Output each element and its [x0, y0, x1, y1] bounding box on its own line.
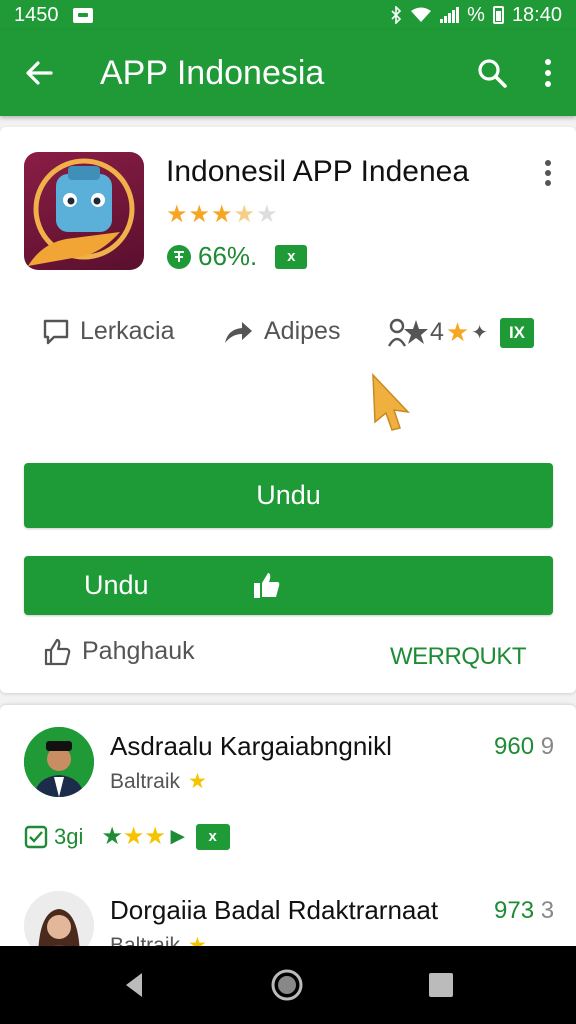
- reviewer-avatar-icon: [24, 727, 94, 797]
- review-stars: ★★★►: [101, 823, 190, 850]
- install-button-label: Undu: [256, 480, 321, 510]
- more-link[interactable]: WERRQUKT: [390, 643, 527, 671]
- more-options-button[interactable]: [520, 58, 576, 88]
- avatar[interactable]: [24, 727, 94, 797]
- search-icon: [478, 59, 507, 88]
- back-arrow-icon: [26, 61, 53, 85]
- thumbs-up-icon: [254, 573, 280, 598]
- reviews-card: Asdraalu Kargaiabngnikl 960 9 Baltraik ★…: [0, 705, 576, 955]
- app-bar-title: APP Indonesia: [100, 53, 325, 92]
- app-detail-card: Indonesil APP Indenea ★★★★★ 66%. x Lerka…: [0, 127, 576, 693]
- more-vert-icon[interactable]: [540, 159, 556, 187]
- bluetooth-icon: [391, 6, 402, 24]
- feedback-button[interactable]: Pahghauk: [44, 637, 195, 666]
- review-score: 960 9: [494, 733, 555, 760]
- review-score: 973 3: [494, 897, 555, 924]
- rating-people-icon: [388, 318, 428, 347]
- signal-icon: [440, 7, 460, 23]
- app-title: Indonesil APP Indenea: [166, 155, 470, 188]
- star-icon: ★: [188, 770, 207, 793]
- reviewer-name: Asdraalu Kargaiabngnikl: [110, 731, 392, 761]
- thumbs-up-outline-icon: [44, 638, 71, 665]
- action-rating-label: 4: [430, 318, 444, 346]
- search-button[interactable]: [464, 57, 520, 89]
- wifi-icon: [411, 7, 432, 22]
- review-badge: x: [195, 823, 230, 850]
- status-bar: 1450 % 18:40: [0, 0, 576, 30]
- action-rating[interactable]: 4 ★ ✦ IX: [388, 317, 534, 348]
- actions-row: Lerkacia Adipes 4 ★ ✦ IX: [0, 317, 576, 357]
- back-button[interactable]: [0, 58, 78, 88]
- comment-icon: [43, 319, 69, 344]
- checkbox-icon: [24, 825, 48, 848]
- review-sub: Baltraik ★: [110, 769, 207, 794]
- status-time-right: 18:40: [511, 3, 562, 26]
- rating-stars: ★★★★★: [166, 201, 279, 228]
- action-badge: IX: [499, 317, 534, 348]
- app-icon[interactable]: [24, 152, 144, 270]
- star-icon: ★: [445, 317, 470, 347]
- robot-logo-icon: [28, 158, 135, 266]
- feedback-row: Pahghauk WERRQUKT: [0, 637, 576, 677]
- more-vert-icon: [545, 59, 551, 87]
- half-star-icon: ✦: [471, 322, 488, 344]
- like-button[interactable]: Undu: [24, 556, 553, 615]
- nav-recents-icon[interactable]: [428, 972, 454, 998]
- app-bar: APP Indonesia: [0, 30, 576, 116]
- battery-icon: [492, 6, 504, 24]
- rating-percent-row: 66%. x: [166, 241, 308, 272]
- action-comment-label: Lerkacia: [80, 317, 175, 345]
- system-nav-bar: [0, 946, 576, 1024]
- shield-icon: [167, 244, 191, 269]
- action-share[interactable]: Adipes: [222, 317, 340, 346]
- nav-home-icon[interactable]: [270, 968, 304, 1002]
- review-meta: 3gi ★★★► x: [24, 822, 230, 851]
- install-button[interactable]: Undu: [24, 463, 553, 528]
- message-notification-icon: [72, 7, 93, 23]
- review-sub-label: Baltraik: [110, 769, 181, 793]
- review-meta-count: 3gi: [54, 823, 84, 849]
- battery-percent: %: [467, 3, 485, 26]
- rating-percent: 66%.: [198, 241, 258, 271]
- action-share-label: Adipes: [264, 317, 341, 345]
- status-time-left: 1450: [14, 3, 59, 26]
- share-icon: [225, 321, 252, 343]
- nav-back-icon[interactable]: [122, 970, 146, 1000]
- feedback-label: Pahghauk: [82, 637, 195, 665]
- reviewer-name: Dorgaiia Badal Rdaktrarnaat: [110, 895, 439, 925]
- pointer-cursor-icon: [372, 373, 411, 431]
- action-comment[interactable]: Lerkacia: [42, 317, 175, 346]
- like-button-label: Undu: [84, 570, 149, 600]
- status-badge: x: [275, 244, 308, 269]
